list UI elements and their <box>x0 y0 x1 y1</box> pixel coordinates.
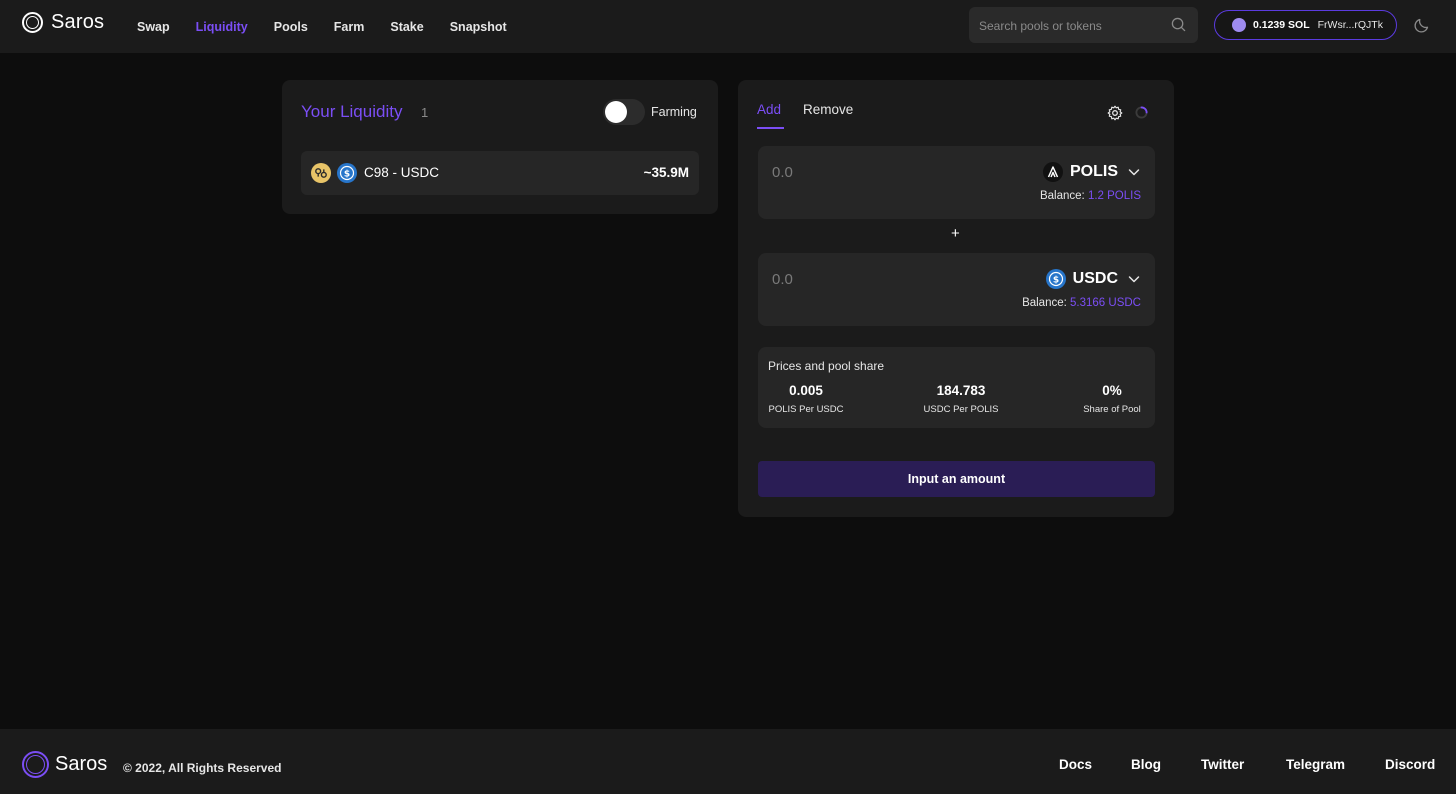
logo-text: Saros <box>51 11 105 33</box>
toggle-knob <box>605 101 627 123</box>
svg-text:$: $ <box>344 170 350 180</box>
token-b-amount-input[interactable] <box>758 263 974 295</box>
chevron-down-icon <box>1128 169 1140 176</box>
price-polis-per-usdc: 0.005 <box>789 383 823 398</box>
active-tab-indicator <box>757 127 784 129</box>
token-a-balance: Balance: 1.2 POLIS <box>1040 190 1141 202</box>
farming-toggle[interactable] <box>603 99 645 125</box>
token-a-amount-input[interactable] <box>758 156 974 188</box>
token-a-symbol: POLIS <box>1069 163 1118 180</box>
footer-logo[interactable]: Saros <box>22 751 107 778</box>
balance-label: Balance: <box>1039 190 1085 202</box>
footer: Saros © 2022, All Rights Reserved Docs B… <box>0 729 1456 794</box>
prices-title: Prices and pool share <box>768 359 885 373</box>
token-b-box: $ USDC Balance: 5.3166 USDC <box>758 253 1155 326</box>
liquidity-count: 1 <box>421 105 429 120</box>
token-b-symbol: USDC <box>1072 270 1118 287</box>
pool-value: ~35.9M <box>643 165 689 180</box>
saros-logo[interactable]: Saros <box>22 11 104 34</box>
prices-pool-share: Prices and pool share 0.005 POLIS Per US… <box>758 347 1155 428</box>
liquidity-title: Your Liquidity <box>301 102 403 121</box>
add-liquidity-card: Add Remove POLIS Balance: 1.2 POLIS + <box>738 80 1174 517</box>
usdc-token-icon: $ <box>337 163 357 183</box>
token-a-box: POLIS Balance: 1.2 POLIS <box>758 146 1155 219</box>
price-usdc-per-polis: 184.783 <box>936 383 986 398</box>
token-b-select[interactable]: $ USDC <box>1045 267 1141 291</box>
gear-icon[interactable] <box>1107 105 1123 121</box>
nav-farm[interactable]: Farm <box>334 20 365 34</box>
balance-label: Balance: <box>1022 297 1067 309</box>
tab-add[interactable]: Add <box>757 102 781 117</box>
pool-row-c98-usdc[interactable]: $ C98 - USDC ~35.9M <box>301 151 699 195</box>
token-b-balance-value: 5.3166 USDC <box>1070 297 1141 309</box>
footer-link-discord[interactable]: Discord <box>1385 757 1435 772</box>
footer-link-blog[interactable]: Blog <box>1131 757 1161 772</box>
wallet-balance: 0.1239 SOL <box>1253 19 1310 31</box>
chevron-down-icon <box>1128 276 1140 283</box>
search-box <box>969 7 1198 45</box>
c98-token-icon <box>311 163 331 183</box>
nav-pools[interactable]: Pools <box>274 20 308 34</box>
top-header: Saros Swap Liquidity Pools Farm Stake Sn… <box>0 0 1456 53</box>
nav-swap[interactable]: Swap <box>137 20 170 34</box>
refresh-loader-icon[interactable] <box>1135 106 1148 119</box>
footer-logo-text: Saros <box>55 753 108 775</box>
wallet-avatar-icon <box>1232 18 1246 32</box>
share-of-pool: 0% <box>1102 383 1122 398</box>
saros-logo-icon <box>22 12 43 33</box>
footer-link-docs[interactable]: Docs <box>1059 757 1092 772</box>
farming-label: Farming <box>651 105 697 119</box>
nav-liquidity[interactable]: Liquidity <box>196 20 248 34</box>
moon-icon[interactable] <box>1413 16 1431 34</box>
svg-text:$: $ <box>1053 276 1059 286</box>
token-b-balance: Balance: 5.3166 USDC <box>1022 297 1141 309</box>
main-nav: Swap Liquidity Pools Farm Stake Snapshot <box>137 0 533 53</box>
price-usdc-per-polis-label: USDC Per POLIS <box>923 404 999 415</box>
search-icon[interactable] <box>1171 17 1186 32</box>
tab-remove[interactable]: Remove <box>803 102 853 117</box>
your-liquidity-card: Your Liquidity 1 Farming $ C98 - USDC ~3… <box>282 80 718 214</box>
pool-name: C98 - USDC <box>364 165 440 180</box>
footer-link-twitter[interactable]: Twitter <box>1201 757 1244 772</box>
wallet-address: FrWsr...rQJTk <box>1317 19 1383 31</box>
price-polis-per-usdc-label: POLIS Per USDC <box>768 404 844 415</box>
wallet-button[interactable]: 0.1239 SOL FrWsr...rQJTk <box>1214 10 1397 40</box>
nav-stake[interactable]: Stake <box>390 20 423 34</box>
polis-token-icon <box>1042 162 1063 182</box>
nav-snapshot[interactable]: Snapshot <box>450 20 507 34</box>
copyright: © 2022, All Rights Reserved <box>123 761 282 775</box>
plus-sign: + <box>951 225 960 242</box>
usdc-token-icon: $ <box>1045 269 1066 289</box>
search-input[interactable] <box>969 7 1171 45</box>
footer-link-telegram[interactable]: Telegram <box>1286 757 1345 772</box>
share-of-pool-label: Share of Pool <box>1083 404 1141 415</box>
saros-logo-icon <box>22 751 49 778</box>
token-a-select[interactable]: POLIS <box>1042 160 1141 184</box>
input-amount-button[interactable]: Input an amount <box>758 461 1155 497</box>
token-a-balance-value: 1.2 POLIS <box>1087 190 1141 202</box>
